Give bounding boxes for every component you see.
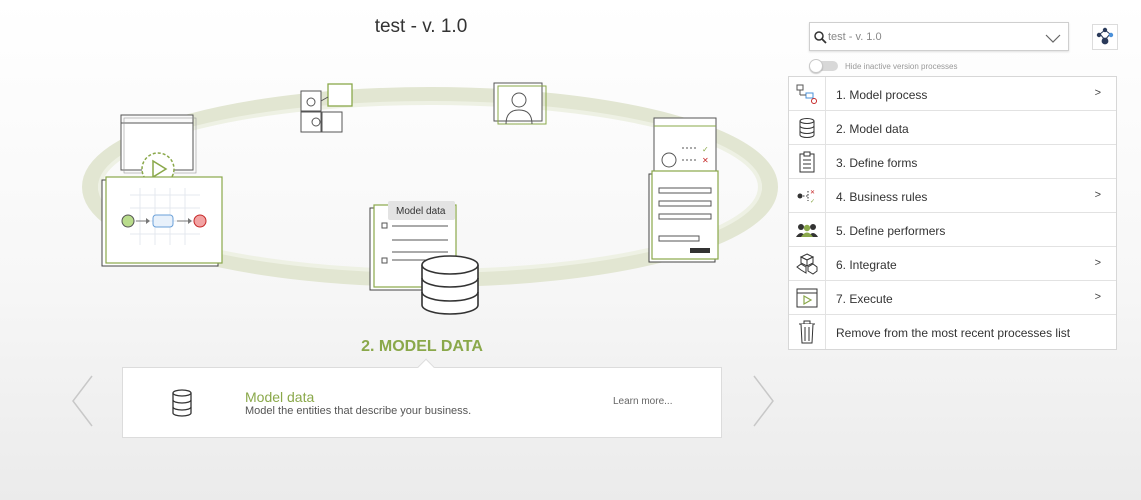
menu-item-label: 4. Business rules <box>836 190 928 204</box>
menu-item-label: 2. Model data <box>836 122 909 136</box>
process-lifecycle-diagram: ✓ ✕ Model data <box>82 82 778 315</box>
menu-item-remove-recent[interactable]: Remove from the most recent processes li… <box>789 315 1116 349</box>
learn-more-link[interactable]: Learn more... <box>613 396 672 407</box>
menu-item-label: 5. Define performers <box>836 224 946 238</box>
step-title: Model data <box>245 389 315 405</box>
menu-item-define-performers[interactable]: 5. Define performers <box>789 213 1116 247</box>
define-forms-illustration <box>648 170 719 263</box>
process-graph-button[interactable] <box>1092 24 1118 50</box>
chevron-down-icon <box>1045 31 1061 49</box>
hide-inactive-toggle[interactable] <box>809 59 838 73</box>
performers-icon <box>789 213 826 247</box>
menu-item-integrate[interactable]: 6. Integrate > <box>789 247 1116 281</box>
svg-text:✓: ✓ <box>702 145 709 154</box>
execute-window-illustration <box>120 114 197 186</box>
integrate-icon <box>789 247 826 281</box>
database-icon <box>789 111 826 145</box>
step-description: Model the entities that describe your bu… <box>245 405 472 417</box>
model-data-popup-label: Model data <box>396 206 446 217</box>
menu-item-label: 1. Model process <box>836 88 928 102</box>
chevron-right-icon: > <box>1094 189 1101 201</box>
menu-item-execute[interactable]: 7. Execute > <box>789 281 1116 315</box>
process-version-value: test - v. 1.0 <box>828 31 882 43</box>
process-version-select[interactable]: test - v. 1.0 <box>809 22 1069 51</box>
page-title: test - v. 1.0 <box>374 16 468 37</box>
menu-item-business-rules[interactable]: ✕ ✓ 4. Business rules > <box>789 179 1116 213</box>
current-step-caption: 2. MODEL DATA <box>361 338 483 355</box>
svg-text:✕: ✕ <box>810 190 815 196</box>
menu-item-label: 7. Execute <box>836 292 893 306</box>
menu-item-define-forms[interactable]: 3. Define forms <box>789 145 1116 179</box>
process-steps-menu: 1. Model process > 2. Model data 3. Defi… <box>788 76 1117 350</box>
hide-inactive-label: Hide inactive version processes <box>845 62 958 71</box>
svg-text:✓: ✓ <box>810 199 815 205</box>
menu-item-model-data[interactable]: 2. Model data <box>789 111 1116 145</box>
step-info-card: Model data Model the entities that descr… <box>122 358 722 438</box>
trash-icon <box>789 315 826 349</box>
graph-nodes-icon <box>1096 27 1114 45</box>
previous-step-arrow-icon[interactable] <box>70 374 96 433</box>
model-process-icon <box>789 77 826 111</box>
menu-item-label: Remove from the most recent processes li… <box>836 326 1071 340</box>
menu-item-label: 6. Integrate <box>836 258 897 272</box>
model-data-illustration: Model data <box>369 201 479 315</box>
chevron-right-icon: > <box>1094 291 1101 303</box>
next-step-arrow-icon[interactable] <box>750 374 776 433</box>
chevron-right-icon: > <box>1094 257 1101 269</box>
performers-illustration <box>493 82 547 125</box>
model-process-illustration <box>101 176 223 267</box>
database-icon <box>171 388 193 423</box>
svg-text:✕: ✕ <box>702 156 709 165</box>
menu-item-model-process[interactable]: 1. Model process > <box>789 77 1116 111</box>
execute-icon <box>789 281 826 315</box>
menu-item-label: 3. Define forms <box>836 156 918 170</box>
business-rules-illustration: ✓ ✕ <box>653 117 717 179</box>
form-icon <box>789 145 826 179</box>
business-rules-icon: ✕ ✓ <box>789 179 826 213</box>
search-icon <box>814 31 827 49</box>
database-icon <box>421 255 479 315</box>
chevron-right-icon: > <box>1094 87 1101 99</box>
